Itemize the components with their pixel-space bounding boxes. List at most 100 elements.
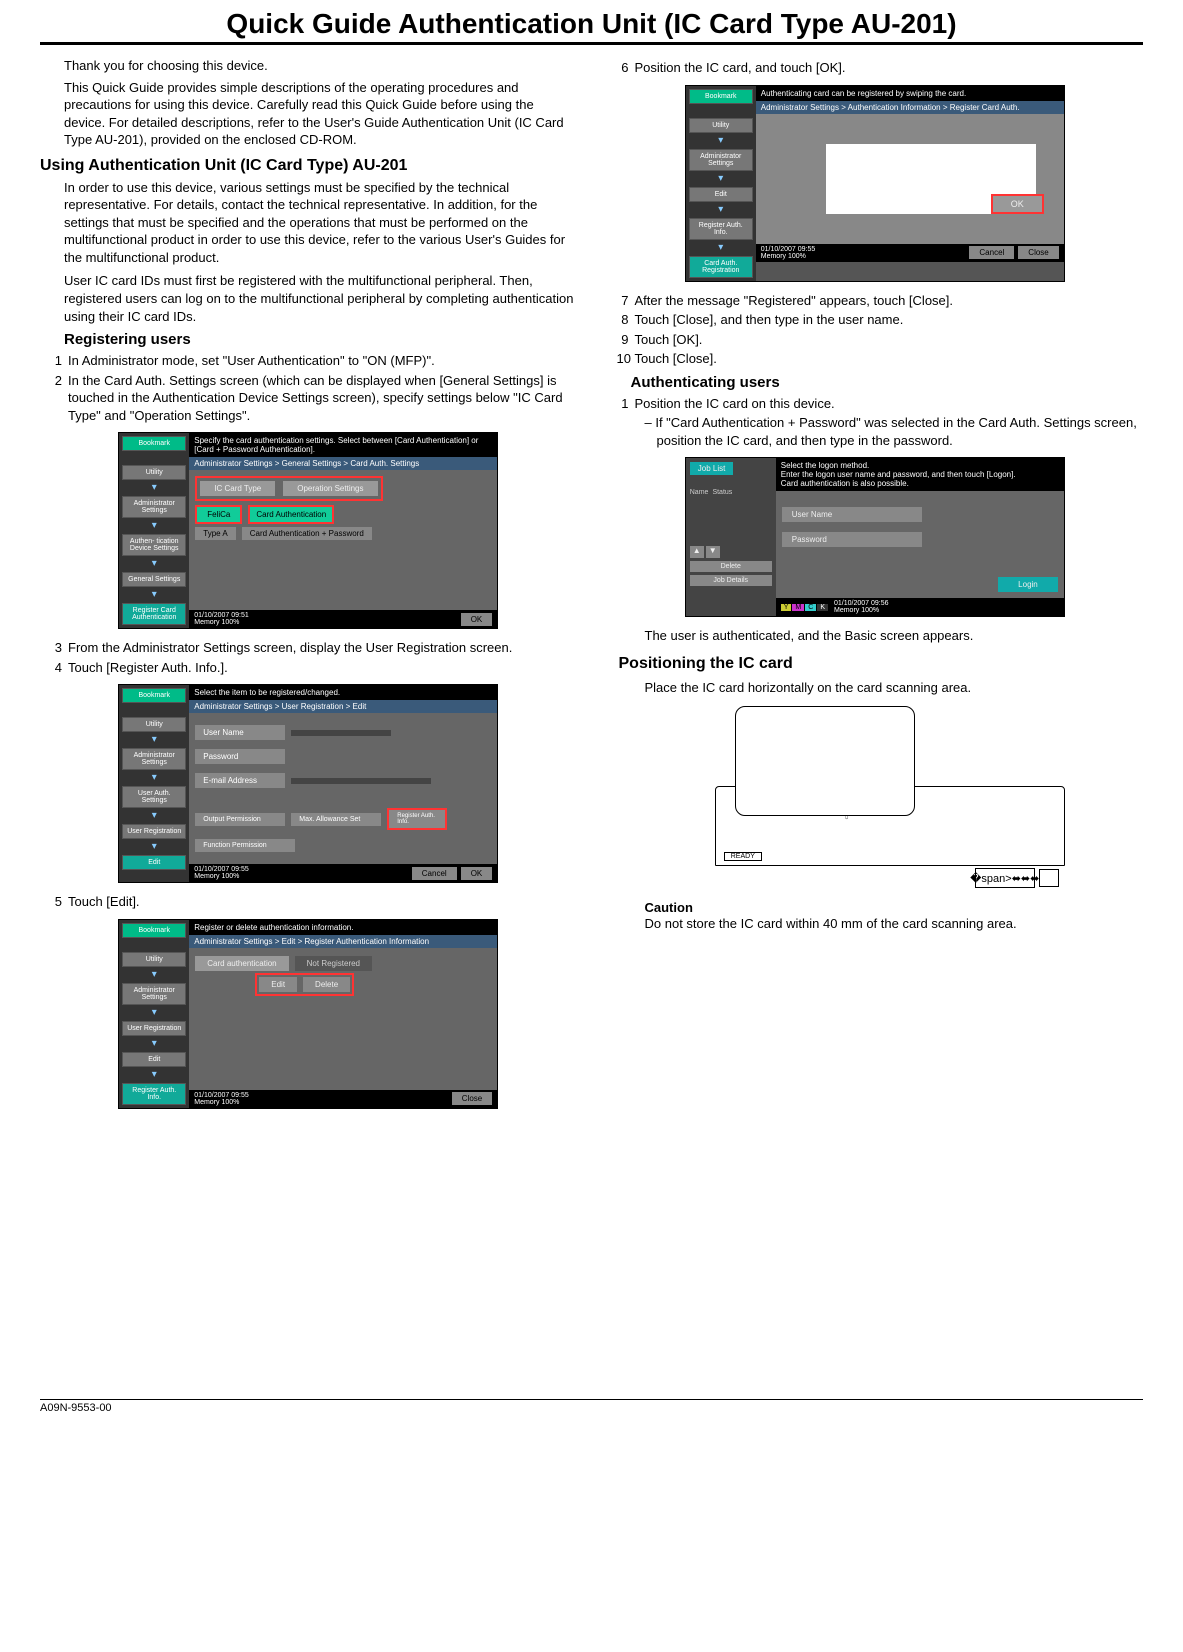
screenshot-register-auth-info: Bookmark Utility ▾ Administrator Setting… — [118, 919, 498, 1109]
step-num: 8 — [617, 311, 635, 329]
ss-userauth: User Auth. Settings — [122, 786, 186, 808]
ss-admin: Administrator Settings — [122, 983, 186, 1005]
down-icon: ▼ — [706, 546, 720, 558]
ss-felica: FeliCa — [195, 505, 242, 524]
arrow-icon: ▾ — [689, 136, 753, 146]
auth-result: The user is authenticated, and the Basic… — [607, 627, 1144, 645]
ss-breadcrumb: Administrator Settings > Edit > Register… — [189, 935, 497, 948]
ss-cardpass: Card Authentication + Password — [242, 527, 372, 540]
arrow-icon: ▾ — [122, 970, 186, 980]
ss-regauth: Register Auth. Info. — [387, 808, 447, 830]
ss-admin: Administrator Settings — [689, 149, 753, 171]
ss-user-val — [291, 730, 391, 736]
ss-regauth: Register Auth. Info. — [689, 218, 753, 240]
arrow-icon: ▾ — [122, 590, 186, 600]
arrow-icon: ▾ — [122, 559, 186, 569]
using-p2: User IC card IDs must first be registere… — [40, 272, 577, 325]
ss-cancel-btn: Cancel — [969, 246, 1014, 259]
ss-utility: Utility — [122, 952, 186, 967]
heading-positioning: Positioning the IC card — [619, 655, 1144, 673]
ss-funcperm: Function Permission — [195, 839, 295, 852]
ss-cancel-btn: Cancel — [412, 867, 457, 880]
heading-registering: Registering users — [64, 331, 577, 348]
arrow-icon: ▾ — [122, 811, 186, 821]
right-column: 6 Position the IC card, and touch [OK]. … — [607, 57, 1144, 1119]
step-num: 1 — [50, 352, 68, 370]
footer-code: A09N-9553-00 — [40, 1399, 1143, 1414]
diagram-ic-card — [735, 706, 915, 816]
ss-ok-btn: OK — [461, 867, 493, 880]
ss-instruction: Register or delete authentication inform… — [189, 920, 497, 935]
ss-regauth: Register Auth. Info. — [122, 1083, 186, 1105]
ss-bookmark: Bookmark — [122, 923, 186, 938]
step-num: 2 — [50, 372, 68, 425]
up-icon: ▲ — [690, 546, 704, 558]
ss-edit: Edit — [122, 1052, 186, 1067]
ss-cardauth: Card authentication — [195, 956, 288, 971]
arrow-icon: ▾ — [122, 483, 186, 493]
ss-tab-op: Operation Settings — [283, 481, 377, 496]
ss-utility: Utility — [122, 465, 186, 480]
ss-tab-ic: IC Card Type — [200, 481, 275, 496]
y-icon: Y — [781, 604, 792, 611]
ss-close-btn: Close — [452, 1092, 492, 1105]
arrow-icon: ▾ — [122, 1008, 186, 1018]
ss-admin: Administrator Settings — [122, 748, 186, 770]
heading-authenticating: Authenticating users — [631, 374, 1144, 391]
step-4: Touch [Register Auth. Info.]. — [68, 659, 577, 677]
ss-close-btn: Close — [1018, 246, 1058, 259]
ss-delete: Delete — [690, 561, 772, 572]
step-8: Touch [Close], and then type in the user… — [635, 311, 1144, 329]
ss-cardreg: Card Auth. Registration — [689, 256, 753, 278]
ss-typea: Type A — [195, 527, 235, 540]
ss-breadcrumb: Administrator Settings > General Setting… — [189, 457, 497, 470]
ss-date: 01/10/2007 09:55 — [194, 866, 408, 873]
step-1: In Administrator mode, set "User Authent… — [68, 352, 577, 370]
ss-bookmark: Bookmark — [122, 688, 186, 703]
ss-date: 01/10/2007 09:55 — [761, 246, 966, 253]
ss-userreg: User Registration — [122, 824, 186, 839]
step-2: In the Card Auth. Settings screen (which… — [68, 372, 577, 425]
ss-instruction: Specify the card authentication settings… — [189, 433, 497, 457]
positioning-p1: Place the IC card horizontally on the ca… — [607, 679, 1144, 697]
ss-delete-btn: Delete — [303, 977, 350, 992]
diagram-ready-label: READY — [724, 852, 762, 861]
step-7: After the message "Registered" appears, … — [635, 292, 1144, 310]
step-num: 3 — [50, 639, 68, 657]
m-icon: M — [792, 604, 804, 611]
ss-joblist: Job List — [690, 462, 734, 475]
ss-mem: Memory 100% — [194, 619, 456, 626]
step-10: Touch [Close]. — [635, 350, 1144, 368]
ss-userreg: User Registration — [122, 1021, 186, 1036]
using-p1: In order to use this device, various set… — [40, 179, 577, 267]
ss-edit: Edit — [122, 855, 186, 870]
ss-bookmark: Bookmark — [122, 436, 186, 451]
ss-user: User Name — [782, 507, 922, 522]
usb-icon: �span>⬌⬌⬌ — [975, 868, 1035, 888]
ss-date: 01/10/2007 09:55 — [194, 1092, 448, 1099]
ss-bookmark: Bookmark — [689, 89, 753, 104]
auth-sub-1: – If "Card Authentication + Password" wa… — [607, 414, 1144, 449]
ss-breadcrumb: Administrator Settings > Authentication … — [756, 101, 1064, 114]
c-icon: C — [805, 604, 816, 611]
ss-utility: Utility — [122, 717, 186, 732]
ss-ok-btn: OK — [991, 194, 1044, 214]
ss-mem: Memory 100% — [194, 873, 408, 880]
arrow-icon: ▾ — [122, 521, 186, 531]
diagram-card-reader: ☟ READY �span>⬌⬌⬌ — [685, 706, 1065, 888]
ss-mem: Memory 100% — [194, 1099, 448, 1106]
ss-ok-btn: OK — [461, 613, 493, 626]
left-column: Thank you for choosing this device. This… — [40, 57, 577, 1119]
ss-authdev: Authen- tication Device Settings — [122, 534, 186, 556]
ss-cardauth: Card Authentication — [248, 505, 334, 524]
screenshot-login: Job List Name Status ▲▼ Delete Job Detai… — [685, 457, 1065, 617]
ss-edit-btn: Edit — [259, 977, 297, 992]
ss-instruction: Select the logon method. Enter the logon… — [776, 458, 1064, 491]
screenshot-card-auth-settings: Bookmark Utility ▾ Administrator Setting… — [118, 432, 498, 629]
intro-thanks: Thank you for choosing this device. — [64, 57, 577, 75]
step-num: 6 — [617, 59, 635, 77]
arrow-icon: ▾ — [122, 842, 186, 852]
ss-utility: Utility — [689, 118, 753, 133]
heading-using: Using Authentication Unit (IC Card Type)… — [40, 157, 577, 175]
ss-output: Output Permission — [195, 813, 285, 826]
